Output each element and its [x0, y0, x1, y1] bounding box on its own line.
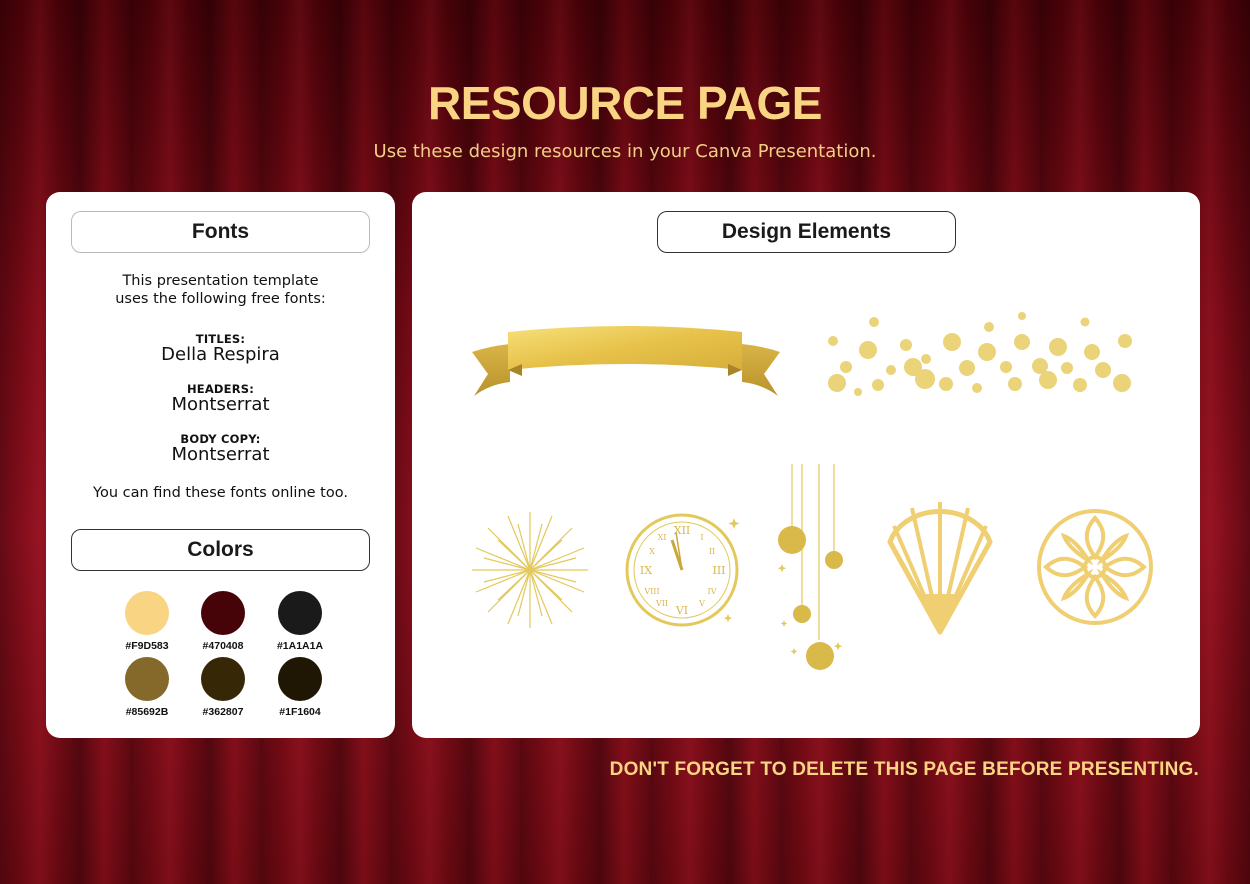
- headers-font: Montserrat: [171, 394, 270, 415]
- design-elements-panel: Design Elements XII III VI IX I II IV V …: [412, 192, 1200, 738]
- color-swatch: #362807: [193, 657, 253, 718]
- svg-text:I: I: [700, 533, 703, 542]
- swatch-dot: [201, 591, 245, 635]
- color-swatch: #1F1604: [270, 657, 330, 718]
- svg-text:V: V: [698, 599, 705, 608]
- gold-confetti-dots-icon: [828, 312, 1132, 396]
- hanging-ornaments-icon: [777, 464, 843, 670]
- svg-text:IX: IX: [640, 564, 652, 577]
- swatch-hex: #1F1604: [279, 706, 321, 718]
- fonts-intro: This presentation template uses the foll…: [46, 272, 395, 308]
- svg-text:XI: XI: [658, 533, 667, 542]
- art-deco-rosette-icon: [1037, 509, 1153, 625]
- titles-font: Della Respira: [161, 344, 280, 365]
- swatch-hex: #470408: [202, 640, 244, 652]
- color-swatch: #470408: [193, 591, 253, 652]
- svg-text:VIII: VIII: [643, 587, 659, 596]
- swatch-hex: #362807: [202, 706, 244, 718]
- starburst-icon: [472, 512, 588, 628]
- gold-ribbon-banner-icon: [472, 326, 780, 396]
- fonts-heading: Fonts: [71, 211, 370, 253]
- svg-text:VI: VI: [675, 604, 688, 617]
- color-swatch: #1A1A1A: [270, 591, 330, 652]
- page-subtitle: Use these design resources in your Canva…: [373, 141, 877, 162]
- color-swatch: #F9D583: [117, 591, 177, 652]
- svg-text:II: II: [709, 547, 715, 556]
- fonts-intro-line2: uses the following free fonts:: [115, 291, 326, 307]
- swatch-dot: [125, 657, 169, 701]
- design-elements-heading: Design Elements: [657, 211, 956, 253]
- body-copy-font: Montserrat: [171, 444, 270, 465]
- clock-icon: XIIIIIVIIX III IVV VIIVIII XXI: [625, 513, 740, 627]
- colors-heading: Colors: [71, 529, 370, 571]
- svg-text:IV: IV: [708, 587, 717, 596]
- art-deco-shell-icon: [887, 502, 993, 635]
- delete-page-reminder: DON'T FORGET TO DELETE THIS PAGE BEFORE …: [609, 759, 1199, 780]
- svg-text:III: III: [712, 564, 725, 577]
- swatch-dot: [125, 591, 169, 635]
- swatch-dot: [201, 657, 245, 701]
- svg-text:VII: VII: [655, 599, 668, 608]
- swatch-dot: [278, 657, 322, 701]
- color-swatch: #85692B: [117, 657, 177, 718]
- swatch-hex: #85692B: [125, 706, 169, 718]
- page-title: RESOURCE PAGE: [428, 77, 822, 129]
- swatch-dot: [278, 591, 322, 635]
- swatch-hex: #F9D583: [125, 640, 169, 652]
- fonts-colors-panel: Fonts This presentation template uses th…: [46, 192, 395, 738]
- fonts-intro-line1: This presentation template: [122, 273, 319, 289]
- swatch-hex: #1A1A1A: [276, 640, 324, 652]
- svg-text:X: X: [649, 547, 655, 556]
- find-fonts-note: You can find these fonts online too.: [93, 485, 348, 501]
